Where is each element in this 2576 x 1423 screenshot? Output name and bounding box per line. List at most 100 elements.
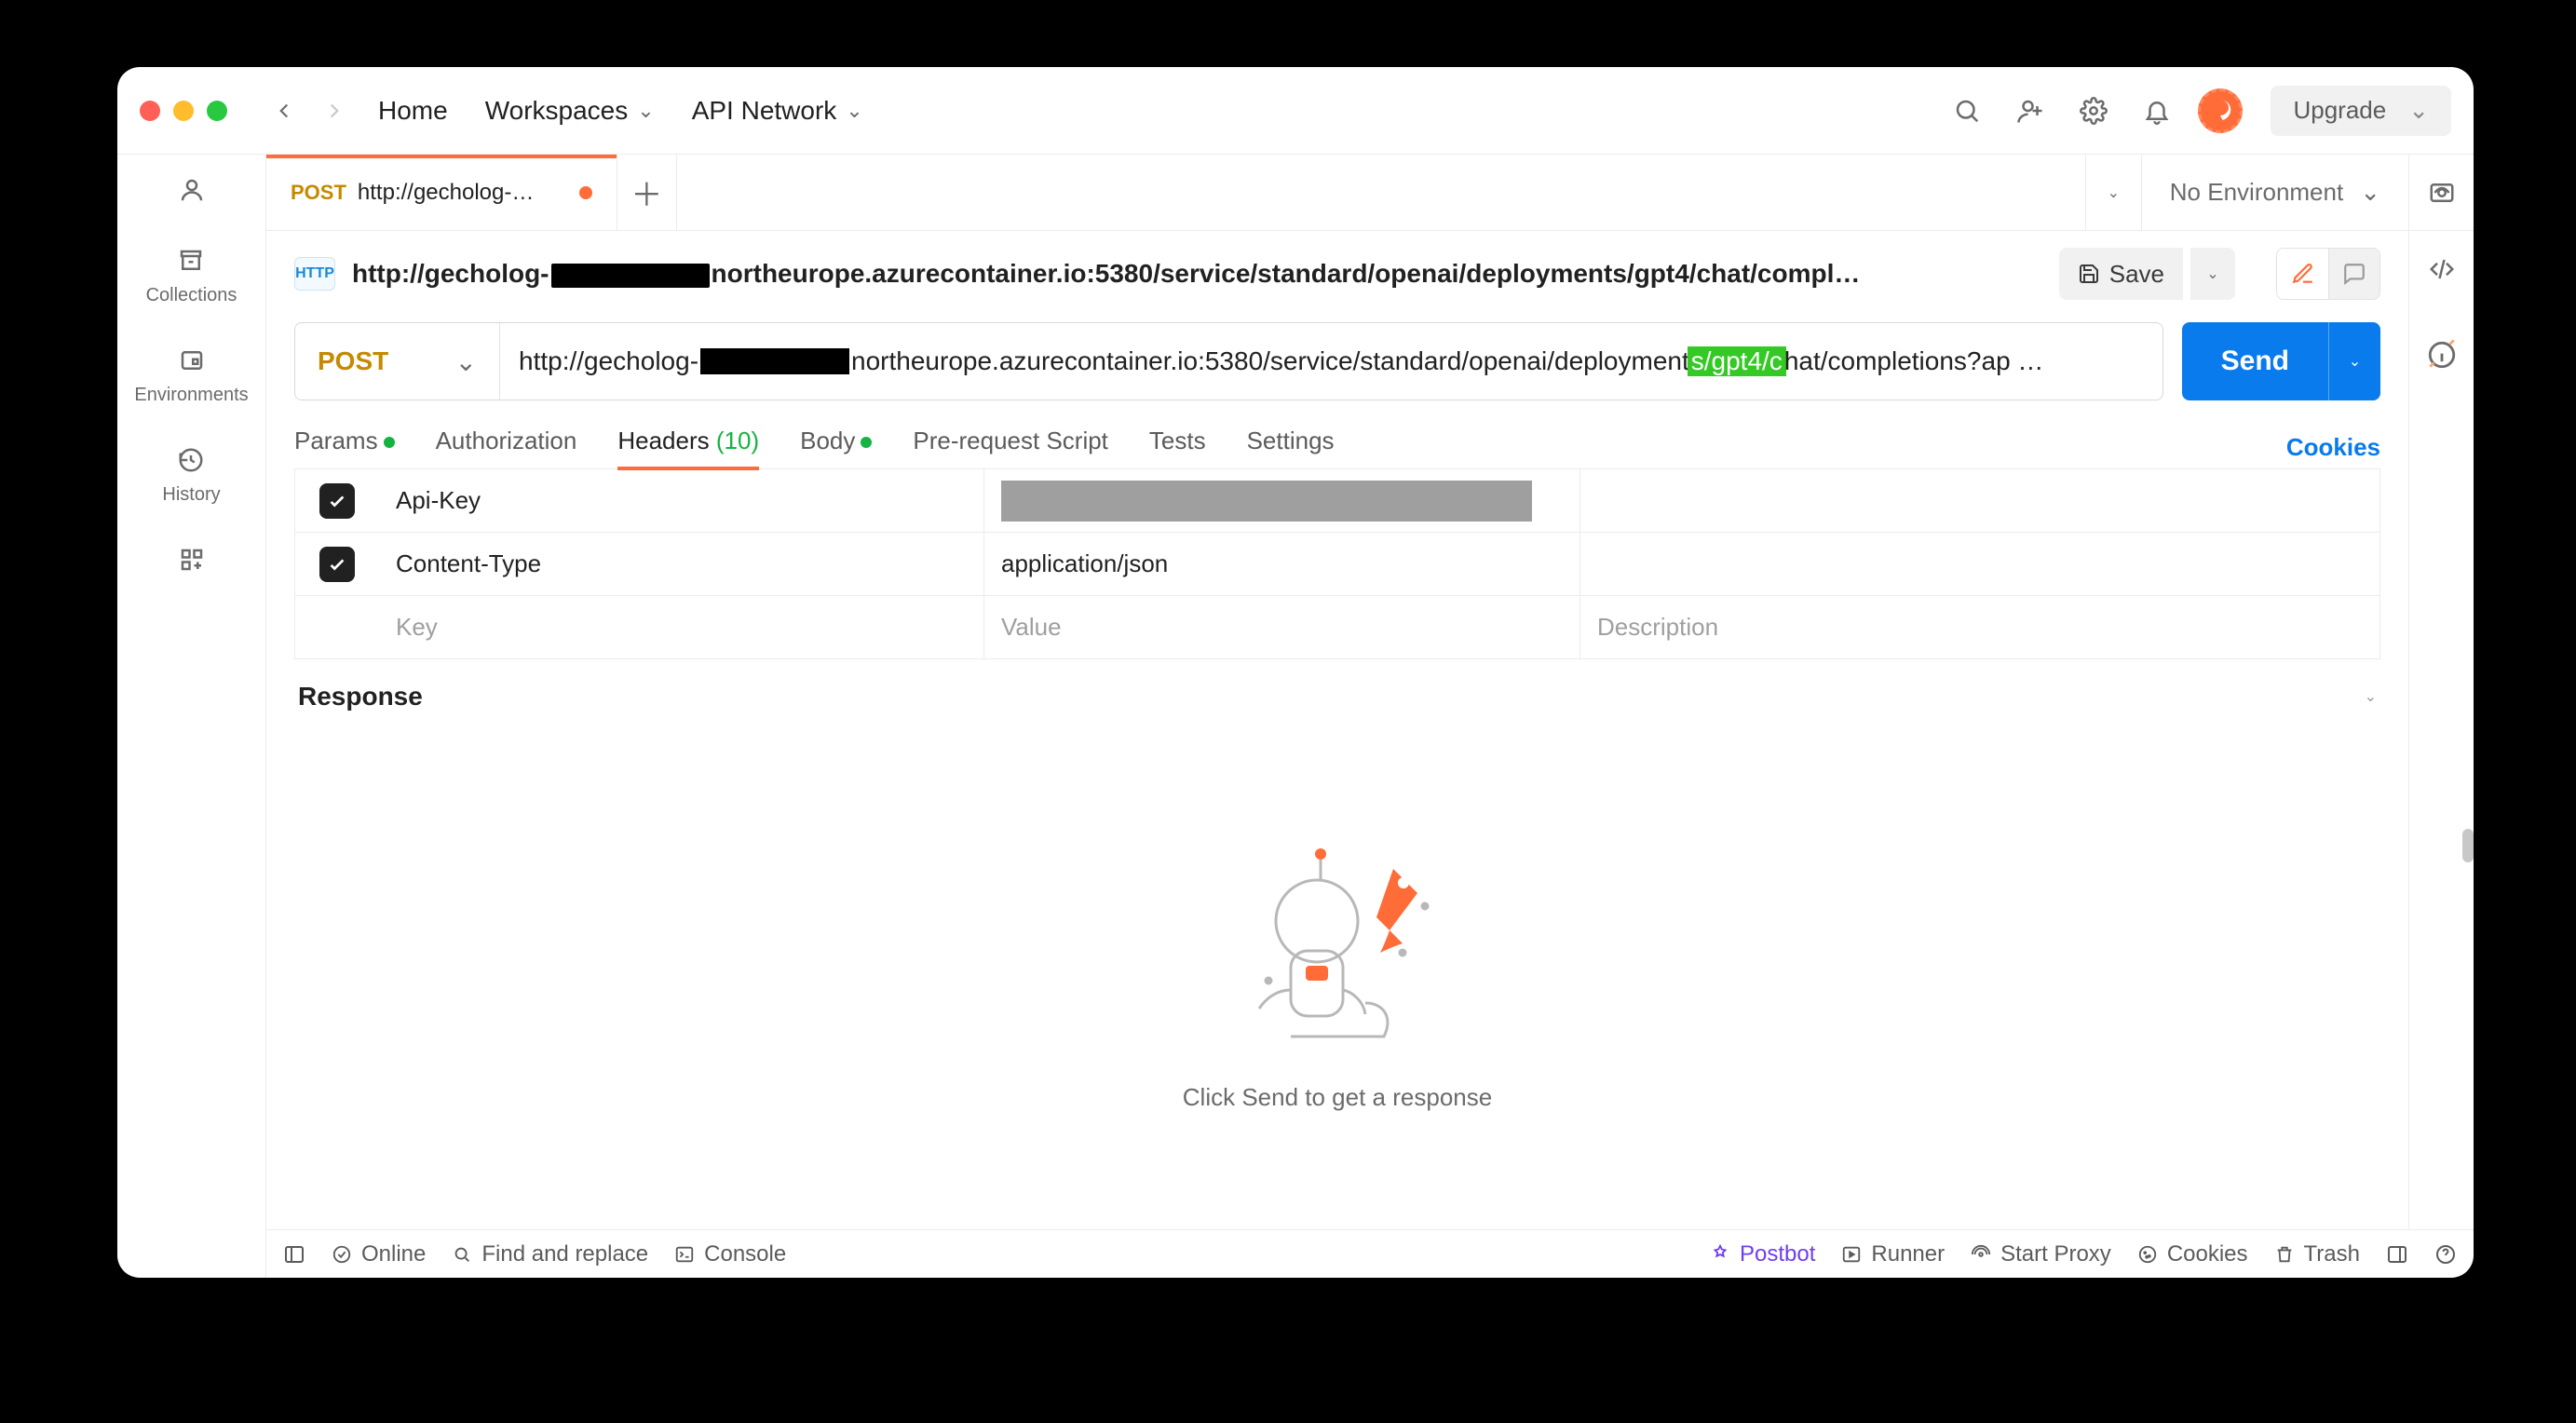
address-box: POST ⌄ http://gecholog-northeurope.azure… <box>294 322 2163 400</box>
response-collapse-button[interactable]: ⌄ <box>2365 687 2377 706</box>
nav-back-button[interactable] <box>268 95 300 127</box>
response-title: Response <box>298 682 423 712</box>
nav-forward-button[interactable] <box>319 95 350 127</box>
send-button[interactable]: Send <box>2182 322 2328 400</box>
rail-people[interactable] <box>175 173 209 207</box>
redacted-block <box>551 264 710 288</box>
console-button[interactable]: Console <box>674 1241 786 1267</box>
menu-home[interactable]: Home <box>369 90 457 131</box>
menu-api-network[interactable]: API Network ⌄ <box>683 90 873 131</box>
subtab-body[interactable]: Body <box>800 427 872 468</box>
redacted-block <box>700 348 849 374</box>
save-options-button[interactable]: ⌄ <box>2190 248 2235 300</box>
upgrade-button[interactable]: Upgrade ⌄ <box>2271 86 2451 136</box>
window-zoom-button[interactable] <box>207 101 227 121</box>
window-controls <box>140 101 227 121</box>
url-input[interactable]: http://gecholog-northeurope.azurecontain… <box>500 323 2162 400</box>
rail-history-label: History <box>162 484 220 506</box>
cookies-link[interactable]: Cookies <box>2286 433 2380 462</box>
status-bar: Online Find and replace Console Postbot … <box>266 1229 2474 1278</box>
subtab-settings[interactable]: Settings <box>1247 427 1335 468</box>
info-button[interactable] <box>2426 339 2458 371</box>
panel-toggle-right-button[interactable] <box>2386 1243 2408 1266</box>
response-header: Response ⌄ <box>294 659 2380 723</box>
edit-button[interactable] <box>2276 248 2328 300</box>
subtab-prerequest[interactable]: Pre-request Script <box>913 427 1108 468</box>
subtab-authorization[interactable]: Authorization <box>436 427 577 468</box>
header-value-cell[interactable] <box>984 469 1580 532</box>
subtab-tests[interactable]: Tests <box>1149 427 1206 468</box>
menu-api-network-label: API Network <box>692 96 837 126</box>
code-snippet-button[interactable] <box>2428 255 2456 283</box>
subtab-params[interactable]: Params <box>294 427 395 468</box>
header-value-cell[interactable]: application/json <box>984 533 1580 595</box>
window-minimize-button[interactable] <box>173 101 194 121</box>
left-rail: Collections Environments History <box>117 155 266 1278</box>
header-value-input[interactable]: Value <box>984 596 1580 658</box>
environment-quicklook-button[interactable] <box>2408 155 2474 230</box>
start-proxy-button[interactable]: Start Proxy <box>1971 1241 2111 1267</box>
method-label: POST <box>318 346 388 376</box>
upgrade-label: Upgrade <box>2293 96 2386 125</box>
http-badge: HTTP <box>294 257 335 291</box>
tabs-overflow-button[interactable]: ⌄ <box>2085 155 2141 230</box>
request-panel: HTTP http://gecholog-northeurope.azureco… <box>266 231 2408 1229</box>
settings-button[interactable] <box>2071 88 2116 133</box>
notifications-button[interactable] <box>2135 88 2179 133</box>
save-label: Save <box>2109 260 2164 289</box>
rail-collections[interactable]: Collections <box>146 244 237 306</box>
chevron-down-icon: ⌄ <box>2360 178 2380 207</box>
request-header-row: HTTP http://gecholog-northeurope.azureco… <box>294 248 2380 300</box>
header-desc-input[interactable]: Description <box>1580 596 2379 658</box>
status-online[interactable]: Online <box>332 1241 426 1267</box>
person-icon <box>175 173 209 207</box>
header-desc-cell[interactable] <box>1580 533 2379 595</box>
comment-button[interactable] <box>2328 248 2380 300</box>
header-desc-cell[interactable] <box>1580 469 2379 532</box>
rail-environments[interactable]: Environments <box>134 344 248 406</box>
avatar[interactable] <box>2198 88 2243 133</box>
table-row: Content-Type application/json <box>295 532 2379 595</box>
postbot-button[interactable]: Postbot <box>1710 1241 1815 1267</box>
cookies-button[interactable]: Cookies <box>2137 1241 2248 1267</box>
environment-selector[interactable]: No Environment ⌄ <box>2141 155 2408 230</box>
panel-toggle-left-button[interactable] <box>283 1243 305 1266</box>
runner-button[interactable]: Runner <box>1841 1241 1945 1267</box>
find-replace-button[interactable]: Find and replace <box>452 1241 648 1267</box>
menu-workspaces[interactable]: Workspaces ⌄ <box>476 90 664 131</box>
scrollbar-thumb[interactable] <box>2462 829 2474 862</box>
app-window: Home Workspaces ⌄ API Network ⌄ Upgrade … <box>117 67 2474 1278</box>
trash-button[interactable]: Trash <box>2274 1241 2360 1267</box>
request-name[interactable]: http://gecholog-northeurope.azurecontain… <box>352 259 2042 289</box>
main-panel: POST http://gecholog- ＋ ⌄ No Environment… <box>266 155 2474 1278</box>
window-close-button[interactable] <box>140 101 160 121</box>
url-highlight: s/gpt4/c <box>1688 346 1786 376</box>
tab-request-active[interactable]: POST http://gecholog- <box>266 155 617 230</box>
rail-configure[interactable] <box>175 543 209 576</box>
environment-selected-label: No Environment <box>2170 178 2343 207</box>
save-button[interactable]: Save <box>2059 248 2183 300</box>
redacted-value <box>1001 481 1532 522</box>
table-row: Api-Key <box>295 468 2379 532</box>
astronaut-illustration <box>1216 841 1458 1055</box>
tab-new-button[interactable]: ＋ <box>617 155 677 230</box>
search-button[interactable] <box>1945 88 1989 133</box>
header-key-cell[interactable]: Api-Key <box>379 469 984 532</box>
header-key-input[interactable]: Key <box>379 596 984 658</box>
grid-add-icon <box>175 543 209 576</box>
method-selector[interactable]: POST ⌄ <box>295 323 500 400</box>
response-empty-message: Click Send to get a response <box>1183 1083 1492 1112</box>
help-button[interactable] <box>2434 1243 2457 1266</box>
rail-history[interactable]: History <box>162 443 220 506</box>
tab-title: http://gecholog- <box>358 179 563 206</box>
save-group: Save ⌄ <box>2059 248 2235 300</box>
address-row: POST ⌄ http://gecholog-northeurope.azure… <box>294 322 2380 400</box>
tab-method: POST <box>291 181 346 205</box>
invite-button[interactable] <box>2008 88 2053 133</box>
header-enabled-checkbox[interactable] <box>319 483 355 519</box>
header-enabled-checkbox[interactable] <box>319 547 355 582</box>
header-key-cell[interactable]: Content-Type <box>379 533 984 595</box>
subtab-headers[interactable]: Headers (10) <box>617 427 759 468</box>
send-options-button[interactable]: ⌄ <box>2328 322 2380 400</box>
environment-icon <box>175 344 209 377</box>
